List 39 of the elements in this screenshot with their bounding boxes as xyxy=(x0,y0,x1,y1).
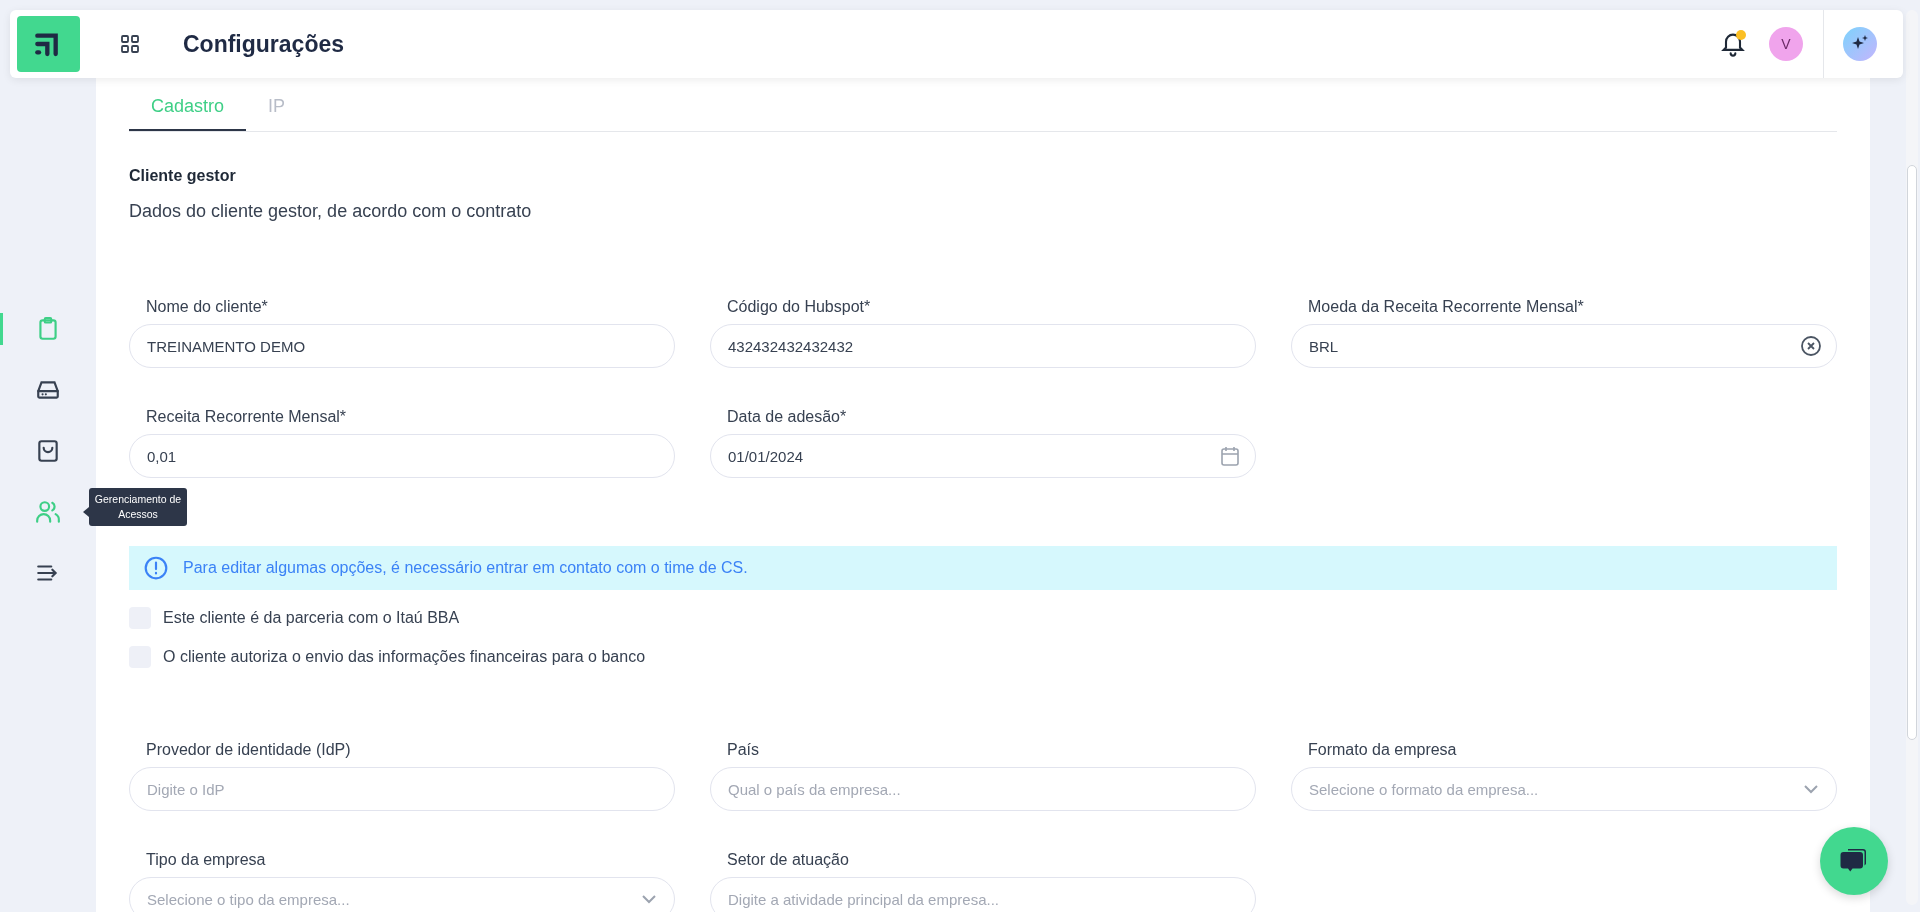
user-avatar[interactable]: V xyxy=(1769,27,1803,61)
page-title: Configurações xyxy=(183,30,345,58)
section-subtitle: Dados do cliente gestor, de acordo com o contrato xyxy=(129,201,533,222)
checkbox-label: O cliente autoriza o envio das informações financeiras para o banco xyxy=(163,648,646,666)
assistant-button[interactable] xyxy=(1843,27,1877,61)
field-label: País xyxy=(726,741,760,759)
scrollbar[interactable] xyxy=(1906,10,1918,905)
date-field[interactable]: 01/01/2024 xyxy=(710,434,1256,478)
select-field[interactable]: BRL xyxy=(1291,324,1837,368)
input-field[interactable]: Qual o país da empresa... xyxy=(710,767,1256,811)
clear-icon[interactable] xyxy=(1799,334,1823,358)
field-label: Receita Recorrente Mensal* xyxy=(145,408,348,426)
input-field[interactable]: Digite o IdP xyxy=(129,767,675,811)
field-label: Setor de atuação xyxy=(726,851,850,869)
apps-grid-icon[interactable] xyxy=(118,32,142,56)
field-label: Tipo da empresa xyxy=(145,851,267,869)
select-field[interactable]: Selecione o formato da empresa... xyxy=(1291,767,1837,811)
tooltip: Gerenciamento de Acessos xyxy=(89,488,187,526)
info-text: Para editar algumas opções, é necessário entrar em contato com o time de CS. xyxy=(183,559,748,577)
field-label: Nome do cliente* xyxy=(145,298,269,316)
tooltip-pointer xyxy=(83,507,89,517)
field-label: Moeda da Receita Recorrente Mensal* xyxy=(1307,298,1585,316)
app-logo[interactable] xyxy=(17,16,80,72)
field-label: Provedor de identidade (IdP) xyxy=(145,741,352,759)
bag-icon xyxy=(35,438,61,464)
input-field[interactable]: 0,01 xyxy=(129,434,675,478)
field-label: Data de adesão* xyxy=(726,408,848,426)
scrollbar-thumb[interactable] xyxy=(1907,165,1917,740)
select-field[interactable]: Selecione o tipo da empresa... xyxy=(129,877,675,912)
field-label: Formato da empresa xyxy=(1307,741,1458,759)
input-field[interactable]: TREINAMENTO DEMO xyxy=(129,324,675,368)
section-title: Cliente gestor xyxy=(129,167,237,185)
checkbox-label: Este cliente é da parceria com o Itaú BBA xyxy=(163,609,460,627)
input-field[interactable]: Digite a atividade principal da empresa... xyxy=(710,877,1256,912)
notification-bell[interactable] xyxy=(1719,30,1747,58)
field-label: Código do Hubspot* xyxy=(726,298,872,316)
users-icon xyxy=(35,499,61,525)
info-icon xyxy=(143,555,169,581)
input-field[interactable]: 432432432432432 xyxy=(710,324,1256,368)
